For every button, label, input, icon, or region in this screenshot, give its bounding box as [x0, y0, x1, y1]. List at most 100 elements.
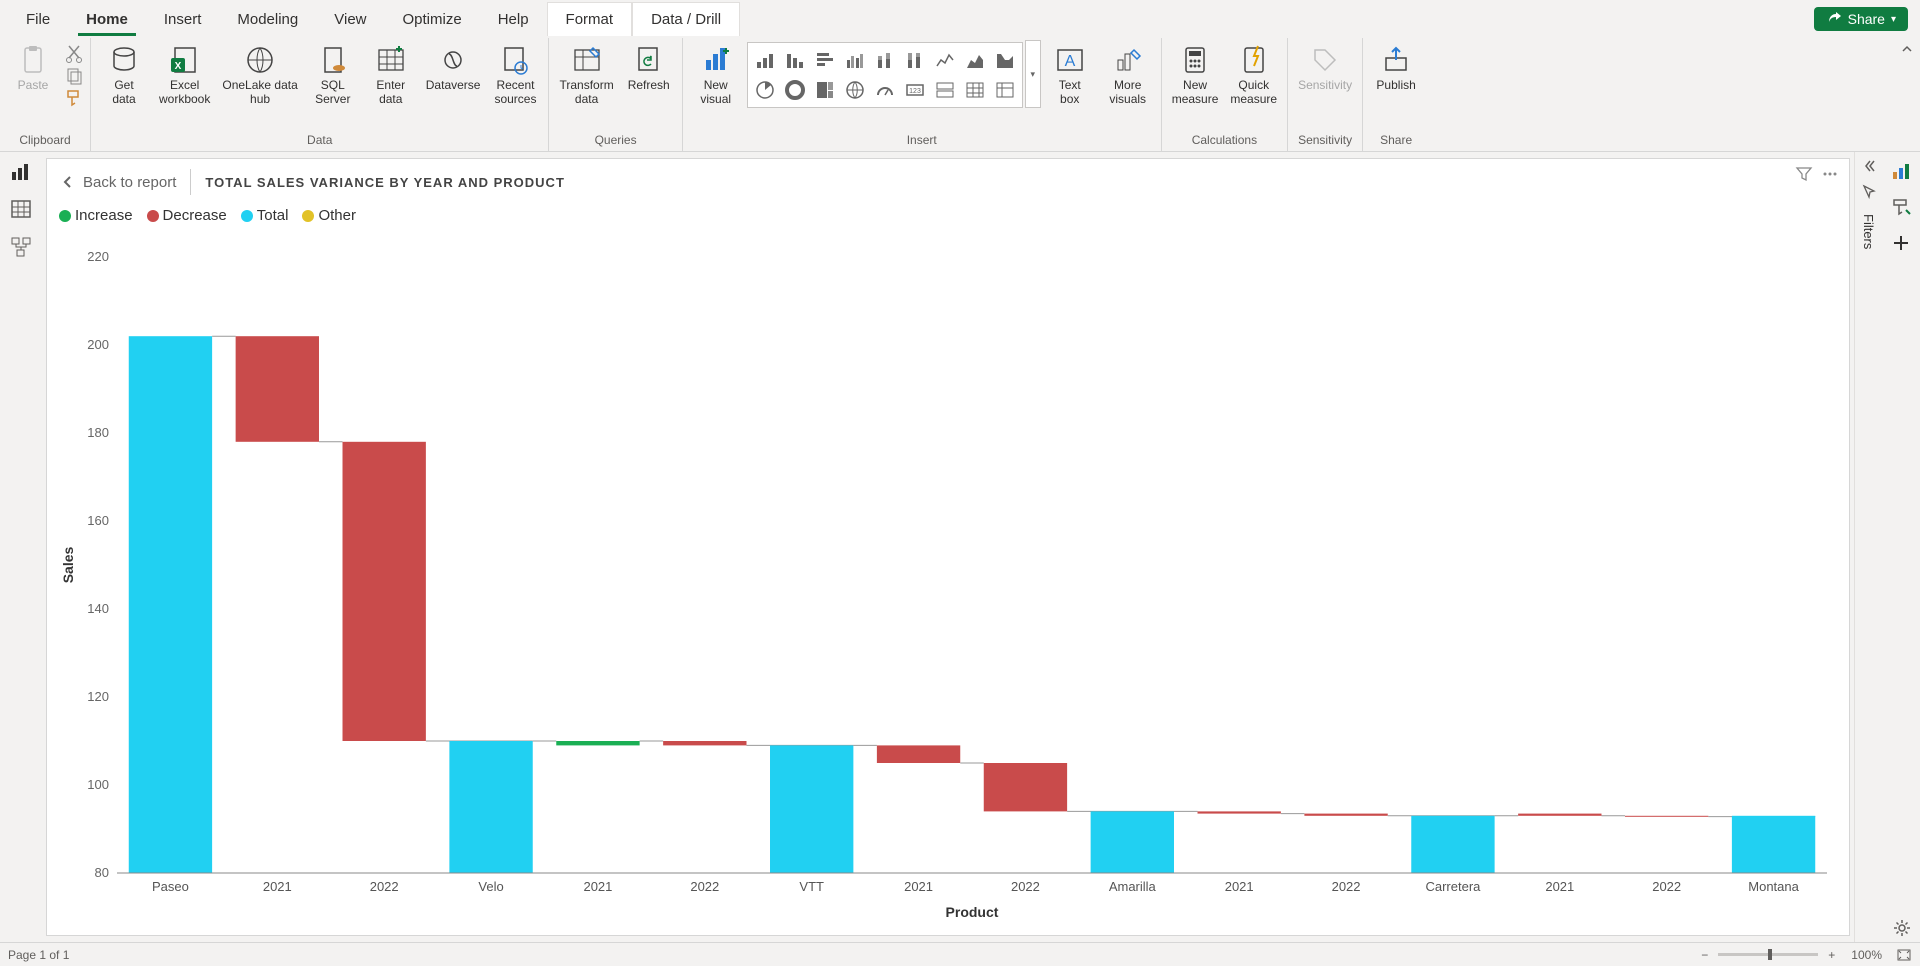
legend-decrease[interactable]: Decrease [147, 207, 227, 224]
menu-tab-home[interactable]: Home [68, 3, 146, 36]
copy-icon[interactable] [64, 66, 84, 86]
dataverse-button[interactable]: Dataverse [422, 40, 485, 96]
get-data-button[interactable]: Get data [97, 40, 151, 110]
legend-other[interactable]: Other [302, 207, 356, 224]
gallery-pie-icon[interactable] [752, 77, 778, 103]
bar-2022[interactable] [1625, 816, 1708, 817]
paste-button[interactable]: Paste [6, 40, 60, 96]
model-view-icon[interactable] [10, 236, 32, 258]
bar-2021[interactable] [556, 741, 639, 745]
menu-tab-format[interactable]: Format [547, 2, 633, 36]
fit-to-page-icon[interactable] [1896, 947, 1912, 963]
enter-data-button[interactable]: Enter data [364, 40, 418, 110]
gallery-donut-icon[interactable] [782, 77, 808, 103]
bar-Velo[interactable] [449, 741, 532, 873]
gallery-column-chart-icon[interactable] [782, 47, 808, 73]
bar-2021[interactable] [877, 745, 960, 763]
svg-text:100: 100 [87, 777, 109, 792]
format-painter-icon[interactable] [64, 88, 84, 108]
group-label-clipboard: Clipboard [6, 131, 84, 149]
gallery-table-icon[interactable] [962, 77, 988, 103]
visualizations-pane-icon[interactable] [1890, 160, 1912, 182]
bar-2021[interactable] [1198, 811, 1281, 813]
add-pane-icon[interactable] [1890, 232, 1912, 254]
gallery-clustered-bar-icon[interactable] [812, 47, 838, 73]
cut-icon[interactable] [64, 44, 84, 64]
share-label: Share [1848, 11, 1885, 27]
svg-text:2022: 2022 [1011, 879, 1040, 894]
more-options-icon[interactable] [1821, 165, 1839, 183]
bar-2022[interactable] [343, 442, 426, 741]
svg-text:2021: 2021 [1225, 879, 1254, 894]
bar-Paseo[interactable] [129, 336, 212, 873]
back-to-report-button[interactable]: Back to report [61, 174, 176, 191]
gallery-card-icon[interactable]: 123 [902, 77, 928, 103]
bar-VTT[interactable] [770, 745, 853, 873]
share-button[interactable]: Share ▾ [1814, 7, 1908, 31]
excel-label: Excel workbook [159, 78, 210, 106]
gallery-treemap-icon[interactable] [812, 77, 838, 103]
bar-Carretera[interactable] [1411, 816, 1494, 873]
settings-gear-icon[interactable] [1892, 918, 1912, 938]
transform-data-button[interactable]: Transform data [555, 40, 617, 110]
bar-2021[interactable] [236, 336, 319, 442]
gallery-matrix-icon[interactable] [992, 77, 1018, 103]
bar-Montana[interactable] [1732, 816, 1815, 873]
gallery-area-chart-icon[interactable] [962, 47, 988, 73]
bar-2022[interactable] [663, 741, 746, 745]
zoom-out-button[interactable]: − [1697, 948, 1712, 962]
gallery-clustered-column-icon[interactable] [842, 47, 868, 73]
bar-2022[interactable] [984, 763, 1067, 811]
bar-Amarilla[interactable] [1091, 811, 1174, 873]
gallery-stacked-column-icon[interactable] [872, 47, 898, 73]
menu-tab-optimize[interactable]: Optimize [385, 3, 480, 36]
ribbon-collapse-button[interactable] [1900, 42, 1914, 56]
gallery-map-icon[interactable] [842, 77, 868, 103]
quick-measure-button[interactable]: Quick measure [1226, 40, 1281, 110]
waterfall-chart[interactable]: 80100120140160180200220SalesPaseo2021202… [59, 247, 1837, 923]
zoom-in-button[interactable]: + [1824, 948, 1839, 962]
report-canvas[interactable]: Back to report TOTAL SALES VARIANCE BY Y… [46, 158, 1850, 936]
svg-text:80: 80 [95, 865, 109, 880]
gallery-100-stacked-icon[interactable] [902, 47, 928, 73]
table-plus-icon [375, 44, 407, 76]
gallery-line-chart-icon[interactable] [932, 47, 958, 73]
gallery-ribbon-chart-icon[interactable] [992, 47, 1018, 73]
onelake-button[interactable]: OneLake data hub [218, 40, 301, 110]
sensitivity-button[interactable]: Sensitivity [1294, 40, 1356, 96]
table-view-icon[interactable] [10, 198, 32, 220]
gallery-expand-button[interactable]: ▾ [1025, 40, 1041, 108]
gallery-gauge-icon[interactable] [872, 77, 898, 103]
ribbon-group-sensitivity: Sensitivity Sensitivity [1288, 38, 1363, 151]
new-measure-button[interactable]: New measure [1168, 40, 1223, 110]
chart-plus-icon [700, 44, 732, 76]
menu-tab-file[interactable]: File [8, 3, 68, 36]
menu-tab-view[interactable]: View [316, 3, 384, 36]
svg-text:2021: 2021 [263, 879, 292, 894]
filter-icon[interactable] [1795, 165, 1813, 183]
recent-sources-button[interactable]: Recent sources [488, 40, 542, 110]
menu-tab-insert[interactable]: Insert [146, 3, 220, 36]
text-box-button[interactable]: A Text box [1043, 40, 1097, 110]
more-visuals-button[interactable]: More visuals [1101, 40, 1155, 110]
format-pane-icon[interactable] [1890, 196, 1912, 218]
refresh-button[interactable]: Refresh [622, 40, 676, 96]
gallery-stacked-bar-icon[interactable] [752, 47, 778, 73]
report-view-icon[interactable] [10, 160, 32, 182]
filters-pane-collapsed[interactable]: Filters [1854, 152, 1882, 942]
ribbon-group-calculations: New measure Quick measure Calculations [1162, 38, 1288, 151]
menu-tab-help[interactable]: Help [480, 3, 547, 36]
zoom-slider[interactable] [1718, 953, 1818, 956]
legend-total[interactable]: Total [241, 207, 289, 224]
publish-button[interactable]: Publish [1369, 40, 1423, 96]
menu-tab-modeling[interactable]: Modeling [219, 3, 316, 36]
sql-server-button[interactable]: SQL Server [306, 40, 360, 110]
bar-2021[interactable] [1518, 814, 1601, 816]
menu-tab-data-drill[interactable]: Data / Drill [632, 2, 740, 36]
legend-increase[interactable]: Increase [59, 207, 133, 224]
excel-workbook-button[interactable]: X Excel workbook [155, 40, 214, 110]
new-visual-button[interactable]: New visual [689, 40, 743, 110]
gallery-multi-card-icon[interactable] [932, 77, 958, 103]
svg-text:Montana: Montana [1748, 879, 1799, 894]
bar-2022[interactable] [1304, 814, 1387, 816]
